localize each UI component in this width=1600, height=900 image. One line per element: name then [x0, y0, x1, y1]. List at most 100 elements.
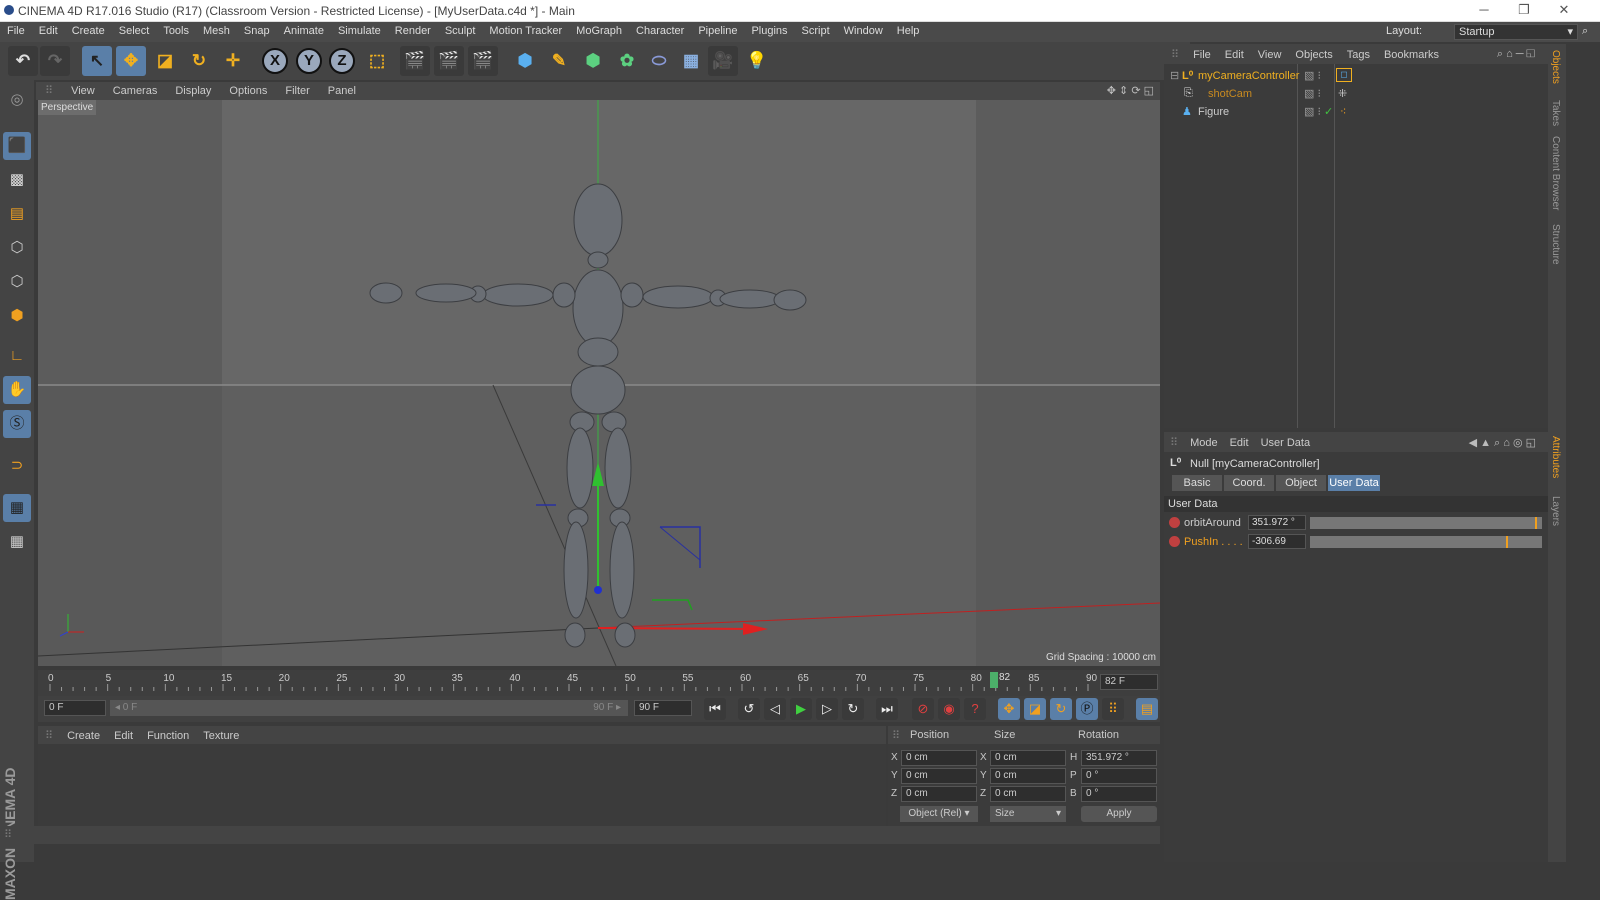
axis-mode-icon[interactable]: ∟	[3, 342, 31, 370]
menu-plugins[interactable]: Plugins	[744, 22, 794, 37]
viewport-menu-view[interactable]: View	[62, 83, 104, 99]
rotate-tool-icon[interactable]: ↻	[184, 46, 214, 76]
menu-render[interactable]: Render	[388, 22, 438, 37]
object-menu-tags[interactable]: Tags	[1340, 45, 1377, 65]
tab-object[interactable]: Object	[1276, 475, 1326, 491]
tree-collapse-icon[interactable]: ⊟	[1170, 69, 1179, 82]
size-mode-dropdown[interactable]: Size ▾	[990, 806, 1066, 822]
render-settings-icon[interactable]: 🎬	[468, 46, 498, 76]
visibility-icon[interactable]: ▧ ⁝	[1304, 87, 1321, 100]
key-position-icon[interactable]: ✥	[998, 698, 1020, 720]
start-frame-field[interactable]: 0 F	[44, 700, 106, 716]
frame-range-slider[interactable]: ◂ 0 F 90 F ▸	[110, 700, 628, 716]
key-scale-icon[interactable]: ◪	[1024, 698, 1046, 720]
orbitaround-slider[interactable]	[1310, 517, 1542, 529]
visibility-icon[interactable]: ▧ ⁝	[1304, 69, 1321, 82]
object-menu-edit[interactable]: Edit	[1218, 45, 1251, 65]
autokey-icon[interactable]: ◉	[938, 698, 960, 720]
scale-tool-icon[interactable]: ◪	[150, 46, 180, 76]
material-menu-create[interactable]: Create	[60, 727, 107, 745]
y-axis-lock-icon[interactable]: Y	[296, 48, 322, 74]
visibility-icon[interactable]: ▧ ⁝	[1304, 105, 1321, 118]
object-row-figure[interactable]: ♟ Figure ▧ ⁝ ✓ ⁖	[1164, 103, 1548, 121]
magnet-icon[interactable]: ⊃	[3, 452, 31, 480]
pushin-slider-handle[interactable]	[1505, 536, 1508, 548]
menu-sculpt[interactable]: Sculpt	[438, 22, 483, 37]
prev-frame-icon[interactable]: ◁	[764, 698, 786, 720]
keyframe-selection-icon[interactable]: ?	[964, 698, 986, 720]
viewport-menu-options[interactable]: Options	[220, 83, 276, 99]
rot-p-field[interactable]: 0 °	[1081, 768, 1157, 784]
redo-icon[interactable]: ↷	[40, 46, 70, 76]
coord-mode-dropdown[interactable]: Object (Rel) ▾	[900, 806, 978, 822]
perspective-viewport[interactable]: Perspective Grid Spacing : 10000 cm	[38, 100, 1160, 666]
render-view-icon[interactable]: 🎬	[400, 46, 430, 76]
side-tab-takes[interactable]: Takes	[1550, 100, 1561, 126]
menu-character[interactable]: Character	[629, 22, 691, 37]
end-frame-field[interactable]: 90 F	[634, 700, 692, 716]
tab-basic[interactable]: Basic	[1172, 475, 1222, 491]
pushin-field[interactable]: -306.69	[1248, 534, 1306, 549]
key-parameter-icon[interactable]: Ⓟ	[1076, 698, 1098, 720]
pos-y-field[interactable]: 0 cm	[901, 768, 977, 784]
edges-mode-icon[interactable]: ⬡	[3, 268, 31, 296]
object-row-shotcam[interactable]: ⎘ shotCam ▧ ⁝ ⁜	[1164, 85, 1548, 103]
menu-motion-tracker[interactable]: Motion Tracker	[482, 22, 569, 37]
object-menu-file[interactable]: File	[1186, 45, 1218, 65]
size-x-field[interactable]: 0 cm	[990, 750, 1066, 766]
size-y-field[interactable]: 0 cm	[990, 768, 1066, 784]
object-row-mycameracontroller[interactable]: ⊟ L⁰ myCameraController ▧ ⁝ ◻	[1164, 67, 1548, 85]
apply-button[interactable]: Apply	[1081, 806, 1157, 822]
playhead-marker[interactable]	[990, 672, 998, 688]
next-key-icon[interactable]: ↻	[842, 698, 864, 720]
floor-icon[interactable]: ▦	[676, 46, 706, 76]
record-keys-icon[interactable]: ⊘	[912, 698, 934, 720]
timeline-ruler[interactable]: 0 5 10 15 20 25 30 35 40 45 50 55 60 65 70 75 80 85 90 82 …	[38, 670, 1160, 696]
viewport-menu-panel[interactable]: Panel	[319, 83, 365, 99]
side-tab-content-browser[interactable]: Content Browser	[1550, 136, 1561, 210]
goto-end-icon[interactable]: ⏭	[876, 698, 898, 720]
pos-x-field[interactable]: 0 cm	[901, 750, 977, 766]
menu-pipeline[interactable]: Pipeline	[691, 22, 744, 37]
workplane-lock-icon[interactable]: ▦	[3, 494, 31, 522]
viewport-nav-icons[interactable]: ✥ ⇕ ⟳ ◱	[1107, 82, 1154, 99]
move-tool-icon[interactable]: ✥	[116, 46, 146, 76]
play-icon[interactable]: ▶	[790, 698, 812, 720]
viewport-menu-display[interactable]: Display	[166, 83, 220, 99]
key-pla-icon[interactable]: ⠿	[1102, 698, 1124, 720]
texture-mode-icon[interactable]: ▩	[3, 166, 31, 194]
size-z-field[interactable]: 0 cm	[990, 786, 1066, 802]
viewport-menu-filter[interactable]: Filter	[276, 83, 318, 99]
object-manager-nav-icons[interactable]: ⌕ ⌂ ─ ◱	[1490, 44, 1542, 65]
object-menu-bookmarks[interactable]: Bookmarks	[1377, 45, 1446, 65]
menu-mograph[interactable]: MoGraph	[569, 22, 629, 37]
search-icon[interactable]: ⌕	[1582, 25, 1588, 38]
current-frame-field[interactable]: 82 F	[1100, 674, 1158, 690]
deformer-icon[interactable]: ⬭	[644, 46, 674, 76]
menu-select[interactable]: Select	[112, 22, 157, 37]
menu-mesh[interactable]: Mesh	[196, 22, 237, 37]
side-tab-objects[interactable]: Objects	[1550, 50, 1561, 84]
animate-key-icon[interactable]	[1169, 517, 1180, 528]
light-icon[interactable]: 💡	[742, 46, 772, 76]
pos-z-field[interactable]: 0 cm	[901, 786, 977, 802]
subdivision-icon[interactable]: ⬢	[578, 46, 608, 76]
planar-workplane-icon[interactable]: ▦	[3, 528, 31, 556]
prev-key-icon[interactable]: ↺	[738, 698, 760, 720]
layout-dropdown[interactable]: Startup ▾	[1454, 24, 1578, 40]
material-menu-edit[interactable]: Edit	[107, 727, 140, 745]
select-tool-icon[interactable]: ↖	[82, 46, 112, 76]
menu-help[interactable]: Help	[890, 22, 927, 37]
attribute-menu-mode[interactable]: Mode	[1184, 433, 1224, 453]
menu-snap[interactable]: Snap	[237, 22, 277, 37]
undo-icon[interactable]: ↶	[8, 46, 38, 76]
object-menu-view[interactable]: View	[1251, 45, 1289, 65]
orbitaround-field[interactable]: 351.972 °	[1248, 515, 1306, 530]
side-tab-attributes[interactable]: Attributes	[1550, 436, 1561, 478]
camera-icon[interactable]: 🎥	[708, 46, 738, 76]
side-tab-layers[interactable]: Layers	[1550, 496, 1561, 526]
goto-start-icon[interactable]: ⏮	[704, 698, 726, 720]
model-mode-icon[interactable]: ⬛	[3, 132, 31, 160]
coordinate-system-icon[interactable]: ⬚	[362, 46, 392, 76]
camera-tag-icon[interactable]: ⁜	[1338, 87, 1347, 100]
